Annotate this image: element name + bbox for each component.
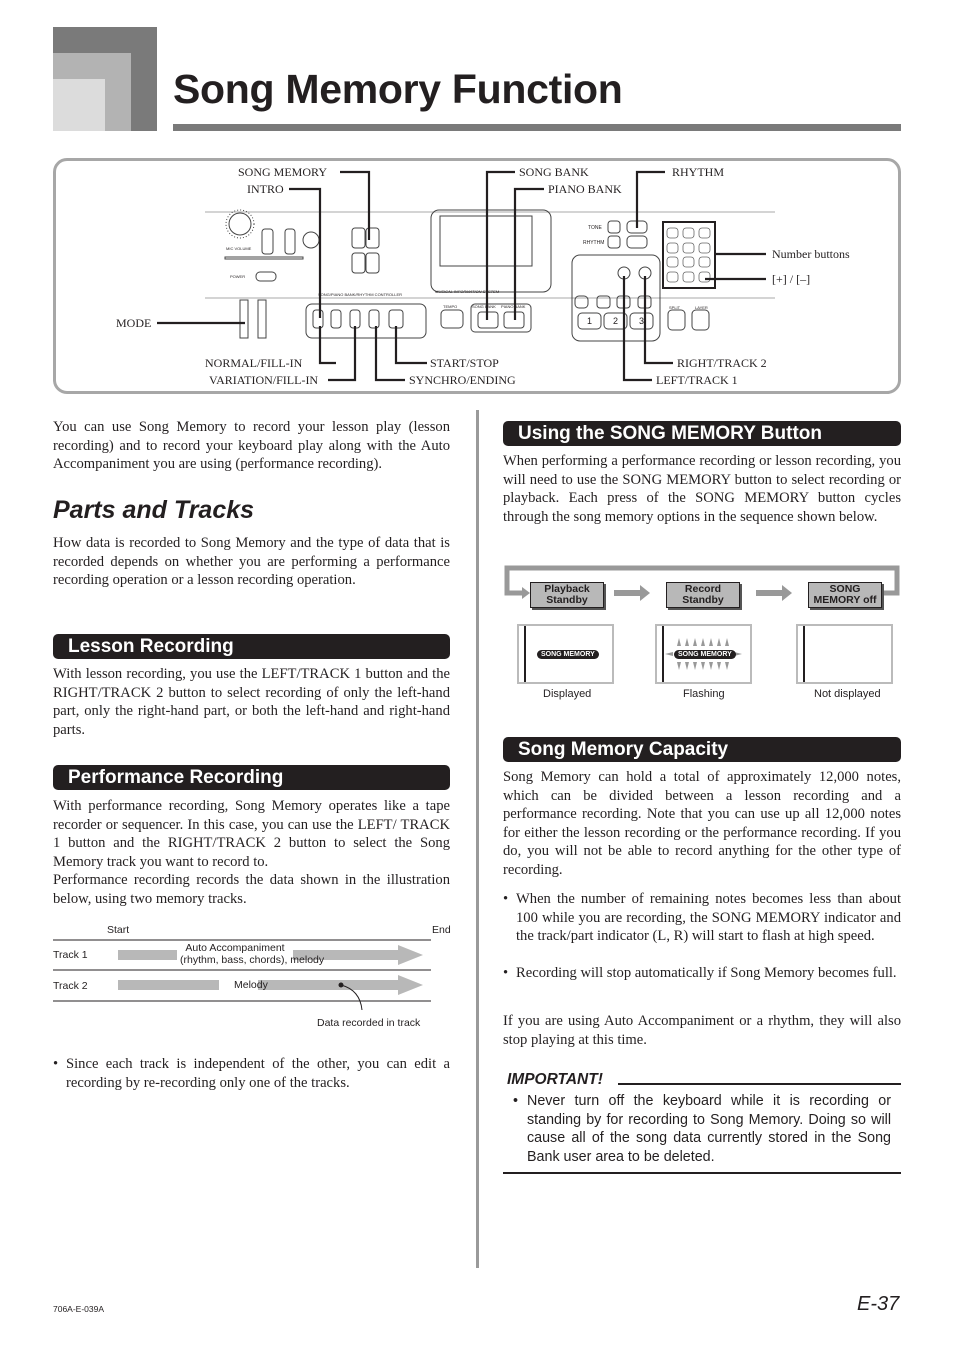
document-code: 706A-E-039A: [53, 1304, 105, 1314]
capacity-bullet: • Recording will stop automatically if So…: [503, 965, 897, 981]
track2-content: Melody: [234, 979, 268, 991]
state-playback-standby: Playback Standby: [530, 582, 604, 608]
display-off: [796, 624, 893, 684]
track-end-label: End: [432, 924, 451, 936]
track2-label: Track 2: [53, 980, 88, 992]
flow-arrow: [614, 585, 650, 601]
track-start-label: Start: [107, 924, 130, 936]
capacity-bullet: • When the number of remaining notes beco…: [503, 891, 901, 945]
state-record-standby: Record Standby: [666, 582, 740, 608]
important-label: IMPORTANT!: [507, 1071, 603, 1088]
caption-not-displayed: Not displayed: [814, 688, 881, 700]
important-note: • Never turn off the keyboard while it is…: [513, 1093, 891, 1165]
caption-flashing: Flashing: [683, 688, 725, 700]
track1-content: Auto Accompaniment (rhythm, bass, chords…: [180, 942, 324, 966]
song-memory-indicator: SONG MEMORY: [537, 650, 599, 659]
data-recorded-note: Data recorded in track: [317, 1017, 421, 1029]
capacity-heading: Song Memory Capacity: [503, 737, 901, 762]
display-playback: SONG MEMORY: [517, 624, 614, 684]
track-bullet: • Since each track is independent of the …: [53, 1056, 450, 1091]
track2-bar: [118, 980, 219, 990]
song-memory-indicator: SONG MEMORY: [674, 650, 736, 659]
page-number: E-37: [857, 1293, 900, 1315]
auto-accompaniment-paragraph: If you are using Auto Accompaniment or a…: [503, 1013, 901, 1048]
track1-bar: [118, 950, 177, 960]
capacity-paragraph: Song Memory can hold a total of approxim…: [503, 769, 901, 878]
flow-arrow: [756, 585, 792, 601]
state-song-memory-off: SONG MEMORY off: [808, 582, 882, 608]
important-rule: [618, 1083, 901, 1085]
flow-loop: [504, 565, 900, 601]
display-record: SONG MEMORY: [655, 624, 752, 684]
track1-label: Track 1: [53, 949, 88, 961]
caption-displayed: Displayed: [543, 688, 592, 700]
important-bottom-rule: [503, 1172, 901, 1174]
